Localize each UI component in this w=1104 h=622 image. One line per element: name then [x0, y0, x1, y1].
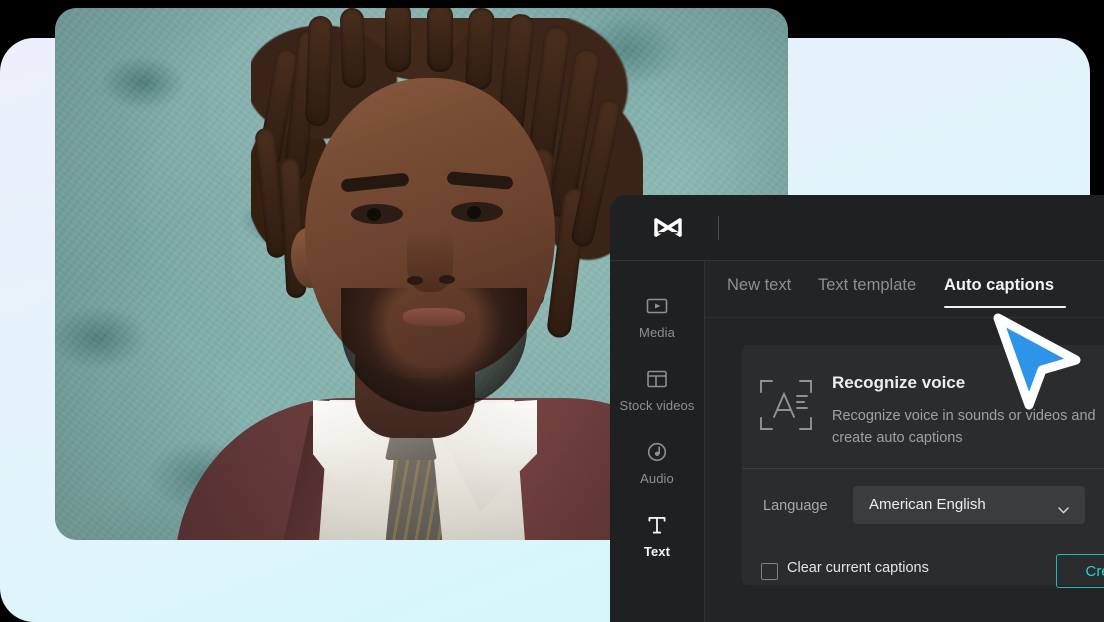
- card-divider: [742, 468, 1104, 469]
- content-area: New text Text template Auto captions Rec…: [705, 261, 1104, 622]
- chevron-down-icon: [1058, 501, 1069, 514]
- sidebar-item-media[interactable]: Media: [610, 291, 704, 340]
- screenshot-root: Media Stock videos Audio Text New text T…: [0, 0, 1104, 622]
- audio-icon: [610, 437, 704, 467]
- tab-auto-captions[interactable]: Auto captions: [944, 276, 1054, 295]
- language-value: American English: [869, 496, 986, 513]
- sidebar-item-text[interactable]: Text: [610, 510, 704, 559]
- active-tab-underline: [944, 306, 1066, 308]
- sidebar-item-label: Stock videos: [619, 398, 695, 413]
- tab-bar-separator: [705, 317, 1104, 318]
- sidebar-item-label: Audio: [640, 471, 674, 486]
- sidebar-item-audio[interactable]: Audio: [610, 437, 704, 486]
- clear-captions-label[interactable]: Clear current captions: [787, 560, 929, 576]
- sidebar-item-label: Media: [639, 325, 675, 340]
- media-icon: [610, 291, 704, 321]
- capcut-window: Media Stock videos Audio Text New text T…: [610, 195, 1104, 622]
- language-select[interactable]: American English: [853, 486, 1085, 524]
- tab-bar: New text Text template Auto captions: [705, 261, 1104, 317]
- clear-captions-checkbox[interactable]: [761, 563, 778, 580]
- sidebar: Media Stock videos Audio Text: [610, 261, 704, 622]
- text-icon: [610, 510, 704, 540]
- language-label: Language: [763, 498, 828, 514]
- recognize-voice-title: Recognize voice: [832, 373, 966, 392]
- recognize-voice-icon: [758, 377, 814, 433]
- tab-text-template[interactable]: Text template: [818, 276, 916, 295]
- recognize-voice-description: Recognize voice in sounds or videos and …: [832, 408, 1096, 446]
- window-titlebar: [610, 195, 1104, 260]
- sidebar-item-stock-videos[interactable]: Stock videos: [610, 364, 704, 413]
- recognize-voice-card[interactable]: Recognize voice Recognize voice in sound…: [742, 345, 1104, 468]
- titlebar-divider: [718, 216, 719, 240]
- create-button[interactable]: Create: [1056, 554, 1104, 588]
- sidebar-item-label: Text: [643, 544, 671, 559]
- capcut-logo-icon: [650, 214, 688, 242]
- stock-videos-icon: [610, 364, 704, 394]
- tab-new-text[interactable]: New text: [727, 276, 791, 295]
